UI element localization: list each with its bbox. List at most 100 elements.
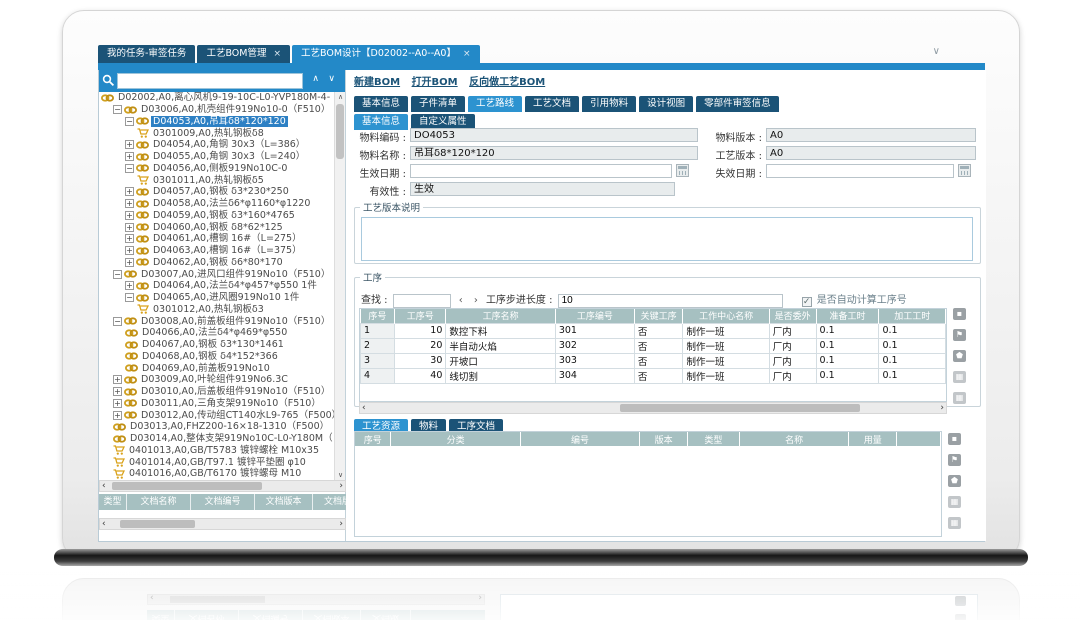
main-tab-7[interactable]: 零部件审签信息 xyxy=(696,96,779,112)
document-table-scrollbar[interactable]: ‹ › xyxy=(99,518,346,530)
scrollbar-thumb[interactable] xyxy=(120,520,195,528)
tree-item[interactable]: −D03008,A0,前盖板组件919No10（F510） xyxy=(99,315,335,327)
expand-toggle-icon[interactable]: + xyxy=(125,281,134,290)
collapse-toggle-icon[interactable]: − xyxy=(125,164,134,173)
tree-item[interactable]: +D03010,A0,后盖板组件919No10（F510） xyxy=(99,386,335,398)
tree-item[interactable]: +D03009,A0,叶轮组件919No6.3C xyxy=(99,374,335,386)
window-tab-1[interactable]: 我的任务-审签任务 xyxy=(98,45,195,63)
main-tab-6[interactable]: 设计视图 xyxy=(639,96,693,112)
expand-toggle-icon[interactable]: + xyxy=(113,399,122,408)
tree-item[interactable]: D02002,A0,离心风机9-19-10C-L0-YVP180M-4- xyxy=(99,92,335,104)
window-tab-2[interactable]: 工艺BOM管理× xyxy=(197,45,290,63)
tree-item[interactable]: D04066,A0,法兰δ4*φ469*φ550 xyxy=(99,327,335,339)
search-next-icon[interactable]: ∨ xyxy=(328,74,335,84)
tree-item[interactable]: 0401016,A0,GB/T6170 镀锌螺母 M10 xyxy=(99,468,335,480)
process-header-cell[interactable]: 加工工时 xyxy=(879,309,946,323)
resource-header-cell[interactable]: 用量 xyxy=(849,432,897,446)
resource-header-cell[interactable]: 类型 xyxy=(688,432,740,446)
save-icon[interactable]: ▪ xyxy=(948,433,961,445)
expand-toggle-icon[interactable]: + xyxy=(125,199,134,208)
calendar-icon[interactable] xyxy=(958,164,971,177)
next-step-icon[interactable]: › xyxy=(474,295,478,306)
tree-item[interactable]: D04067,A0,钢板 δ3*130*1461 xyxy=(99,339,335,351)
tree-item[interactable]: −D04065,A0,进风圈919No10 1件 xyxy=(99,292,335,304)
tree-item[interactable]: 0301011,A0,热轧钢板δ5 xyxy=(99,174,335,186)
expand-toggle-icon[interactable]: + xyxy=(125,258,134,267)
scroll-right-icon[interactable]: › xyxy=(940,403,944,414)
tree-item[interactable]: +D03011,A0,三角支架919No10（F510） xyxy=(99,398,335,410)
scroll-left-icon[interactable]: ‹ xyxy=(102,481,106,492)
tree-item[interactable]: −D03007,A0,进风口组件919No10（F510） xyxy=(99,268,335,280)
tree-vertical-scrollbar[interactable]: ∧ ∨ xyxy=(334,92,345,480)
collapse-toggle-icon[interactable]: − xyxy=(113,317,122,326)
resource-header-cell[interactable]: 分类 xyxy=(391,432,520,446)
expand-toggle-icon[interactable]: + xyxy=(125,140,134,149)
chevron-down-icon[interactable]: ∨ xyxy=(933,46,940,57)
process-table-scrollbar[interactable]: ‹ › xyxy=(359,402,947,414)
process-row[interactable]: 110数控下料301否制作一班厂内0.10.1 xyxy=(361,323,946,338)
tree-item[interactable]: −D04056,A0,侧板919No10C-0 xyxy=(99,163,335,175)
expand-toggle-icon[interactable]: + xyxy=(125,234,134,243)
tree-item[interactable]: +D04060,A0,钢板 δ8*62*125 xyxy=(99,221,335,233)
version-note-textarea[interactable] xyxy=(361,217,973,261)
collapse-toggle-icon[interactable]: − xyxy=(125,293,134,302)
expand-toggle-icon[interactable]: + xyxy=(113,387,122,396)
find-input[interactable] xyxy=(393,294,451,308)
grid-icon[interactable]: ▦ xyxy=(953,392,966,404)
auto-calc-checkbox[interactable]: ✓ xyxy=(802,297,812,307)
process-header-cell[interactable]: 准备工时 xyxy=(816,309,879,323)
step-length-input[interactable] xyxy=(558,294,783,308)
expand-toggle-icon[interactable]: + xyxy=(113,411,122,420)
resource-header-cell[interactable]: 版本 xyxy=(640,432,688,446)
save-icon[interactable]: ▪ xyxy=(953,308,966,320)
print-icon[interactable]: ⚑ xyxy=(953,329,966,341)
collapse-toggle-icon[interactable]: − xyxy=(113,105,122,114)
process-header-cell[interactable]: 关键工序 xyxy=(634,309,683,323)
scroll-up-icon[interactable]: ∧ xyxy=(335,93,346,101)
open-bom-link[interactable]: 打开BOM xyxy=(412,77,458,88)
process-row[interactable]: 440线切割304否制作一班厂内0.10.1 xyxy=(361,368,946,383)
tree-item[interactable]: +D04062,A0,钢板 δ6*80*170 xyxy=(99,257,335,269)
resource-header-cell[interactable] xyxy=(897,432,941,446)
expand-toggle-icon[interactable]: + xyxy=(125,187,134,196)
process-row[interactable]: 220半自动火焰302否制作一班厂内0.10.1 xyxy=(361,338,946,353)
scroll-right-icon[interactable]: › xyxy=(339,519,343,530)
scroll-left-icon[interactable]: ‹ xyxy=(362,403,366,414)
collapse-toggle-icon[interactable]: − xyxy=(113,270,122,279)
tree-item[interactable]: 0401013,A0,GB/T5783 镀锌螺栓 M10x35 xyxy=(99,445,335,457)
tree-horizontal-scrollbar[interactable]: ‹ › xyxy=(99,480,346,492)
form-field[interactable] xyxy=(766,164,954,178)
expand-toggle-icon[interactable]: + xyxy=(125,246,134,255)
scrollbar-thumb[interactable] xyxy=(620,404,860,412)
scrollbar-thumb[interactable] xyxy=(112,482,262,490)
form-field[interactable] xyxy=(410,164,672,178)
process-header-cell[interactable]: 序号 xyxy=(361,309,395,323)
tree-item[interactable]: +D04057,A0,钢板 δ3*230*250 xyxy=(99,186,335,198)
process-header-cell[interactable]: 工作中心名称 xyxy=(683,309,769,323)
tree-item[interactable]: +D04055,A0,角钢 30x3（L=240） xyxy=(99,151,335,163)
tree-item[interactable]: D04068,A0,钢板 δ4*152*366 xyxy=(99,351,335,363)
print-icon[interactable]: ⚑ xyxy=(948,454,961,466)
process-header-cell[interactable]: 是否委外 xyxy=(769,309,816,323)
calendar-icon[interactable] xyxy=(676,164,689,177)
process-header-cell[interactable]: 工序号 xyxy=(395,309,446,323)
tag-icon[interactable]: ⬟ xyxy=(953,350,966,362)
process-row[interactable]: 330开坡口303否制作一班厂内0.10.1 xyxy=(361,353,946,368)
tree-item[interactable]: −D04053,A0,吊耳δ8*120*120 xyxy=(99,116,335,128)
grid-icon[interactable]: ▦ xyxy=(948,517,961,529)
tree-item[interactable]: +D04054,A0,角钢 30x3（L=386） xyxy=(99,139,335,151)
scrollbar-thumb[interactable] xyxy=(336,104,344,159)
collapse-toggle-icon[interactable]: − xyxy=(125,117,134,126)
reverse-process-bom-link[interactable]: 反向做工艺BOM xyxy=(469,77,545,88)
tree-item[interactable]: +D04061,A0,槽钢 16#（L=275） xyxy=(99,233,335,245)
scroll-down-icon[interactable]: ∨ xyxy=(335,471,346,479)
search-input[interactable] xyxy=(117,73,303,89)
tree-item[interactable]: 0301009,A0,热轧钢板δ8 xyxy=(99,127,335,139)
tree-item[interactable]: +D04063,A0,槽钢 16#（L=375） xyxy=(99,245,335,257)
resource-header-cell[interactable]: 编号 xyxy=(520,432,639,446)
tree-item[interactable]: D03013,A0,FHZ200-16×18-1310（F500） xyxy=(99,421,335,433)
tree-item[interactable]: 0401014,A0,GB/T97.1 镀锌平垫圈 φ10 xyxy=(99,456,335,468)
window-tab-3[interactable]: 工艺BOM设计【D02002--A0--A0】× xyxy=(292,45,480,63)
tree-item[interactable]: +D04058,A0,法兰δ6*φ1160*φ1220 xyxy=(99,198,335,210)
scroll-right-icon[interactable]: › xyxy=(339,481,343,492)
